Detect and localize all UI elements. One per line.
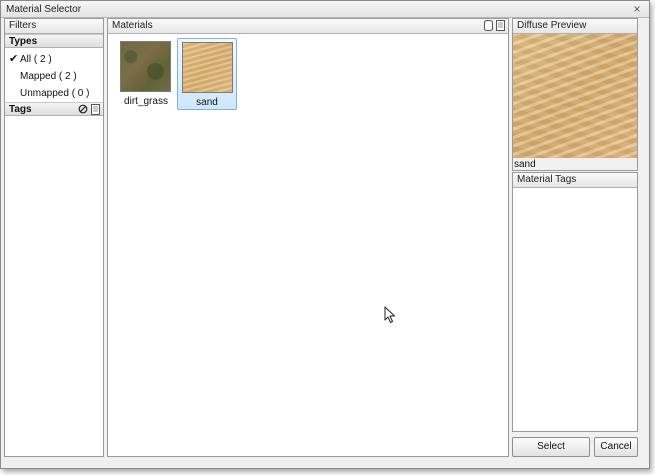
filters-panel: Filters Types ✔ All ( 2 ) Mapped ( 2 ) U…	[4, 18, 104, 457]
materials-header: Materials	[108, 19, 508, 34]
checkmark-icon: ✔	[9, 53, 19, 65]
material-tile-sand[interactable]: sand	[177, 38, 237, 110]
type-item-all[interactable]: ✔ All ( 2 )	[5, 51, 103, 68]
material-tags-header: Material Tags	[513, 173, 637, 188]
sand-thumbnail	[182, 42, 233, 93]
select-button[interactable]: Select	[512, 437, 590, 457]
types-list: ✔ All ( 2 ) Mapped ( 2 ) Unmapped ( 0 )	[5, 48, 103, 102]
type-item-label: Mapped ( 2 )	[20, 71, 77, 82]
database-icon[interactable]	[484, 20, 493, 31]
preview-caption: sand	[514, 159, 536, 170]
material-tags-panel: Material Tags	[512, 172, 638, 432]
tags-section-header[interactable]: Tags	[5, 102, 103, 116]
types-header-label: Types	[9, 36, 38, 47]
new-material-icon[interactable]	[496, 20, 505, 31]
materials-header-label: Materials	[112, 20, 153, 31]
tags-tools	[78, 104, 100, 115]
diffuse-preview-header: Diffuse Preview	[513, 19, 637, 34]
type-item-mapped[interactable]: Mapped ( 2 )	[5, 68, 103, 85]
type-item-unmapped[interactable]: Unmapped ( 0 )	[5, 85, 103, 102]
window-title: Material Selector	[6, 4, 82, 15]
material-label: sand	[196, 97, 218, 108]
diffuse-preview-image	[513, 34, 637, 158]
title-bar[interactable]: Material Selector ×	[1, 1, 649, 18]
tags-header-label: Tags	[9, 104, 32, 115]
filters-header: Filters	[5, 19, 103, 34]
type-item-label: Unmapped ( 0 )	[20, 88, 90, 99]
materials-tools	[484, 20, 505, 31]
clear-tags-icon[interactable]	[78, 104, 88, 114]
material-tile-dirt-grass[interactable]: dirt_grass	[116, 38, 176, 110]
diffuse-preview-panel: Diffuse Preview sand	[512, 18, 638, 171]
material-label: dirt_grass	[124, 96, 168, 107]
cancel-button[interactable]: Cancel	[594, 437, 638, 457]
close-icon[interactable]: ×	[631, 3, 643, 15]
dirt-grass-thumbnail	[120, 41, 171, 92]
mouse-cursor-icon	[384, 306, 395, 323]
types-section-header[interactable]: Types	[5, 34, 103, 48]
new-tag-icon[interactable]	[91, 104, 100, 115]
materials-panel: Materials dirt_grass sand	[107, 18, 509, 457]
type-item-label: All ( 2 )	[20, 54, 52, 65]
